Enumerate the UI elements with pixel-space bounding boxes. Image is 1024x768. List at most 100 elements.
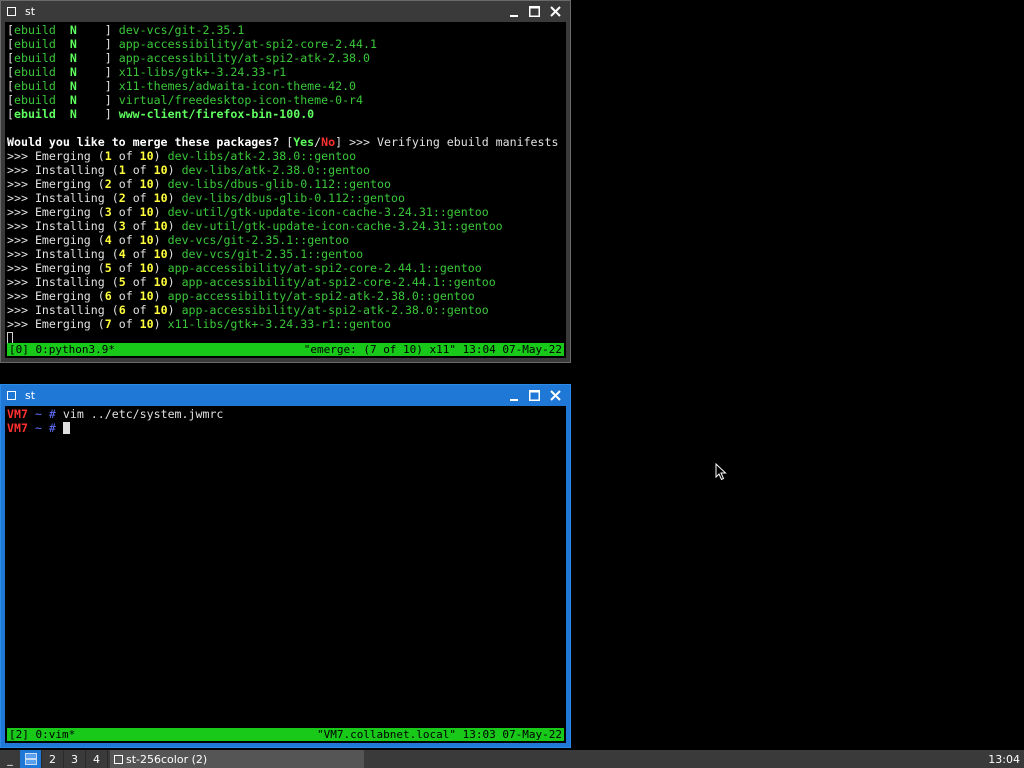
merge-total: 10 [153,191,168,205]
bracket: ] [76,107,119,121]
desktop-4-button[interactable]: 4 [86,750,108,768]
terminal-output[interactable]: VM7 ~ # vim ../etc/system.jwmrc VM7 ~ # [… [5,406,566,743]
paren: ) [153,177,168,191]
prompt-cwd: ~ [34,421,42,435]
paren: ( [90,289,105,303]
tmux-status-right: "emerge: (7 of 10) x11" 13:04 07-May-22 [303,343,562,356]
terminal-window-shell[interactable]: st VM7 ~ # vim ../etc/system.jwmrc VM7 ~ … [0,384,571,748]
maximize-button[interactable] [524,3,545,21]
desktop-1-button[interactable] [20,750,42,768]
paren: ( [104,247,119,261]
window-title: st [25,389,36,402]
titlebar[interactable]: st [1,385,570,406]
merge-prefix: >>> [7,191,28,205]
clock[interactable]: 13:04 [988,753,1020,766]
close-button[interactable] [545,387,566,405]
maximize-icon [529,390,540,401]
desktop-3-button[interactable]: 3 [64,750,86,768]
merge-total: 10 [153,163,168,177]
merge-prefix: >>> [7,233,28,247]
paren: ( [90,149,105,163]
paren: ) [153,205,168,219]
task-button[interactable]: st-256color (2) [110,750,364,768]
merge-action: Emerging [34,317,91,331]
paren: ) [153,149,168,163]
paren: ( [90,177,105,191]
minimize-icon [509,398,518,401]
merge-progress-line: >>> Emerging (2 of 10) dev-libs/dbus-gli… [7,177,558,191]
paren: ) [167,275,182,289]
paren: ( [90,317,105,331]
merge-action: Installing [34,275,105,289]
tmux-status-left: [0] 0:python3.9* [9,343,115,356]
ebuild-line: [ebuild N ] app-accessibility/at-spi2-co… [7,37,558,51]
root-menu-button[interactable]: _ [0,750,20,768]
merge-progress-line: >>> Installing (5 of 10) app-accessibili… [7,275,558,289]
desktop-2-button[interactable]: 2 [42,750,64,768]
merge-index: 2 [118,191,126,205]
shell-prompt-line: VM7 ~ # [7,421,223,435]
maximize-button[interactable] [524,387,545,405]
merge-of: of [118,261,133,275]
bracket: [ [7,23,14,37]
merge-progress-line: >>> Installing (6 of 10) app-accessibili… [7,303,558,317]
package-name: dev-libs/dbus-glib-0.112::gentoo [181,191,405,205]
merge-of: of [132,219,147,233]
text-cursor [62,422,70,434]
merge-index: 5 [104,261,112,275]
merge-index: 3 [104,205,112,219]
terminal-output[interactable]: [ebuild N ] dev-vcs/git-2.35.1 [ebuild N … [5,22,566,358]
bracket: ] [76,65,119,79]
paren: ) [153,233,168,247]
paren: ) [167,219,182,233]
paren: ) [167,163,182,177]
close-button[interactable] [545,3,566,21]
shell-prompt-line: VM7 ~ # vim ../etc/system.jwmrc [7,407,223,421]
paren: ( [104,275,119,289]
bracket: [ [7,37,14,51]
merge-total: 10 [153,303,168,317]
close-icon [550,6,561,17]
merge-prompt-line: Would you like to merge these packages? … [7,135,558,149]
window-icon[interactable] [7,7,16,16]
merge-of: of [118,317,133,331]
package-name: x11-libs/gtk+-3.24.33-r1 [118,65,287,79]
tmux-status-left: [2] 0:vim* [9,728,76,741]
window-icon[interactable] [7,391,16,400]
paren: ( [90,233,105,247]
merge-of: of [118,233,133,247]
paren: ( [104,191,119,205]
minimize-button[interactable] [503,3,524,21]
prompt-cwd: ~ [34,407,42,421]
merge-action: Installing [34,219,105,233]
minimize-icon [509,14,518,17]
merge-progress-line: >>> Emerging (3 of 10) dev-util/gtk-upda… [7,205,558,219]
minimize-button[interactable] [503,387,524,405]
merge-action: Emerging [34,149,91,163]
terminal-window-emerge[interactable]: st [ebuild N ] dev-vcs/git-2.35.1 [ebuild… [0,0,571,363]
merge-action: Emerging [34,261,91,275]
merge-progress-line: >>> Installing (1 of 10) dev-libs/atk-2.… [7,163,558,177]
paren: ) [153,317,168,331]
package-name: dev-vcs/git-2.35.1::gentoo [181,247,364,261]
ebuild-flag: N [69,37,77,51]
titlebar[interactable]: st [1,1,570,22]
ebuild-tag: ebuild [13,37,56,51]
